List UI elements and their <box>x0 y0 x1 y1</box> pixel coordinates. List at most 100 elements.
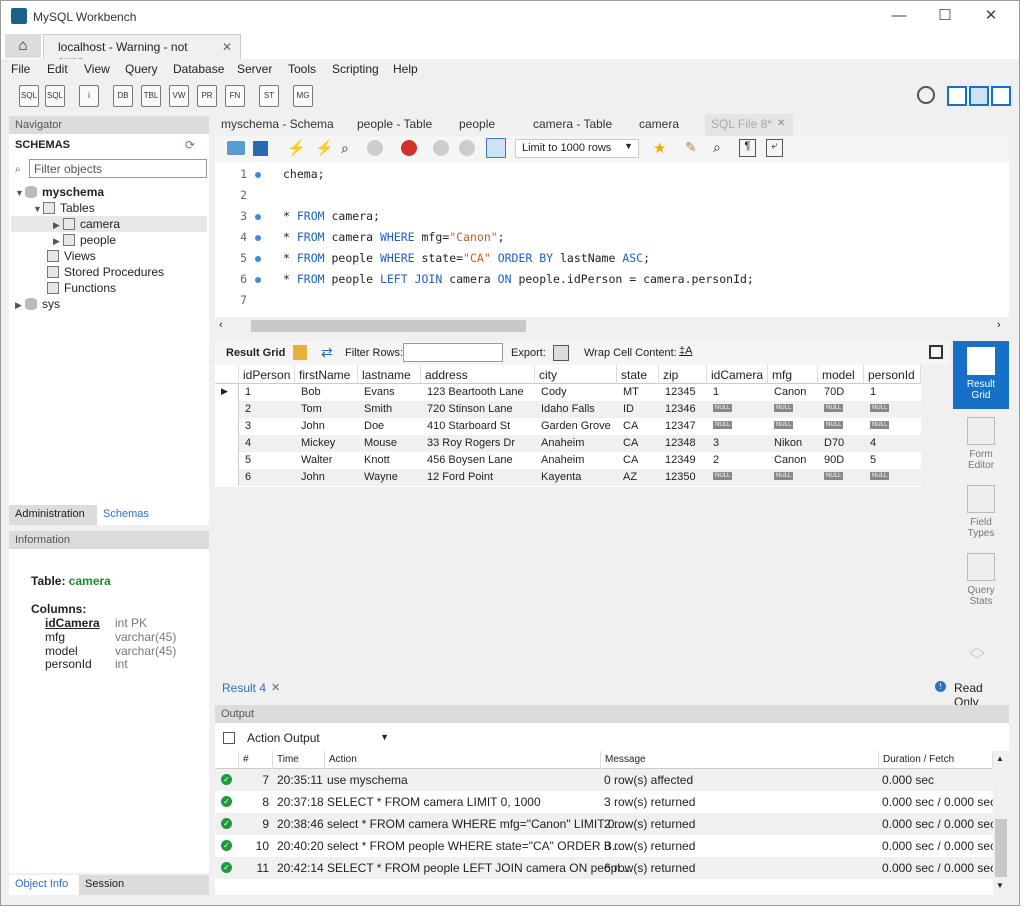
copy-icon[interactable] <box>223 732 235 744</box>
result-4-tab[interactable]: Result 4 <box>222 681 266 695</box>
tree-sys[interactable]: ▶ sys <box>15 297 60 313</box>
tree-views[interactable]: Views <box>47 249 96 265</box>
grid-cell[interactable]: NULL <box>866 401 893 418</box>
query-stats-button[interactable]: Query Stats <box>953 549 1009 615</box>
result-grid[interactable]: idPerson firstName lastname address city… <box>215 365 921 487</box>
grid-cell[interactable]: 1 <box>866 384 880 401</box>
grid-cell[interactable]: NULL <box>770 401 797 418</box>
menu-edit[interactable]: Edit <box>47 62 68 76</box>
tab-people-table[interactable]: people - Table <box>357 117 432 131</box>
execute-lightning-icon[interactable]: ⚡ <box>287 139 306 157</box>
column-header[interactable]: idCamera <box>707 365 768 384</box>
grid-cell[interactable]: 12 Ford Point <box>423 469 497 486</box>
grid-cell[interactable]: Mickey <box>297 435 339 452</box>
grid-cell[interactable]: Canon <box>770 452 810 469</box>
column-header[interactable]: personId <box>864 365 921 384</box>
grid-cell[interactable]: NULL <box>709 418 736 435</box>
tab-camera[interactable]: camera <box>639 117 679 131</box>
grid-cell[interactable]: Tom <box>297 401 326 418</box>
grid-cell[interactable]: ID <box>619 401 638 418</box>
scroll-right-icon[interactable]: › <box>997 319 1001 331</box>
grid-cell[interactable]: NULL <box>820 469 847 486</box>
grid-cell[interactable]: Smith <box>360 401 396 418</box>
form-editor-button[interactable]: Form Editor <box>953 413 1009 479</box>
output-col-duration[interactable]: Duration / Fetch <box>879 751 993 769</box>
grid-cell[interactable]: Anaheim <box>537 452 588 469</box>
tree-stored-procedures[interactable]: Stored Procedures <box>47 265 164 281</box>
expand-arrow-icon[interactable]: ▼ <box>15 188 25 198</box>
open-folder-icon[interactable] <box>227 141 245 155</box>
connection-tab[interactable]: localhost - Warning - not supp... ✕ <box>43 34 241 68</box>
tab-schemas[interactable]: Schemas <box>97 505 209 525</box>
wrap-lines-icon[interactable]: ⤶ <box>766 139 783 157</box>
execute-current-icon[interactable]: ⚡ <box>315 139 334 157</box>
create-procedure-icon[interactable]: PR <box>197 85 217 107</box>
refresh-icon[interactable]: ⟳ <box>185 138 195 152</box>
grid-cell[interactable]: NULL <box>709 469 736 486</box>
explain-icon[interactable]: ⌕ <box>341 140 349 157</box>
close-tab-icon[interactable]: ✕ <box>777 118 785 129</box>
grid-cell[interactable]: NULL <box>709 401 736 418</box>
create-view-icon[interactable]: VW <box>169 85 189 107</box>
find-icon[interactable]: ⌕ <box>713 139 721 156</box>
output-col-time[interactable]: Time <box>273 751 325 769</box>
scroll-down-icon[interactable]: ▼ <box>996 881 1004 890</box>
menu-view[interactable]: View <box>84 62 110 76</box>
new-sql-tab-icon[interactable]: SQL <box>19 85 39 107</box>
grid-cell[interactable]: Doe <box>360 418 388 435</box>
output-row[interactable]: ✓ 7 20:35:11 use myschema 0 row(s) affected 0… <box>215 769 993 791</box>
minimize-button[interactable]: — <box>876 1 922 33</box>
grid-cell[interactable]: Knott <box>360 452 394 469</box>
column-header[interactable]: city <box>535 365 617 384</box>
rollback-icon[interactable] <box>459 140 475 156</box>
grid-cell[interactable]: 4 <box>241 435 255 452</box>
grid-cell[interactable]: CA <box>619 435 642 452</box>
grid-cell[interactable]: Evans <box>360 384 399 401</box>
home-tab[interactable]: ⌂ <box>5 34 41 58</box>
grid-cell[interactable]: Walter <box>297 452 336 469</box>
tree-tables[interactable]: ▼ Tables <box>33 201 95 217</box>
close-result-icon[interactable]: ✕ <box>271 681 280 694</box>
grid-cell[interactable]: AZ <box>619 469 641 486</box>
grid-cell[interactable]: 12347 <box>661 418 700 435</box>
grid-cell[interactable]: NULL <box>770 418 797 435</box>
tab-sql-file-8[interactable]: SQL File 8* ✕ <box>705 114 793 136</box>
column-header[interactable]: idPerson <box>239 365 295 384</box>
column-header[interactable]: zip <box>659 365 707 384</box>
expand-arrow-icon[interactable]: ▶ <box>53 236 63 247</box>
grid-cell[interactable]: 33 Roy Rogers Dr <box>423 435 519 452</box>
grid-cell[interactable]: 410 Starboard St <box>423 418 514 435</box>
row-header[interactable] <box>215 401 239 418</box>
output-row[interactable]: ✓ 8 20:37:18 SELECT * FROM camera LIMIT 0, … <box>215 791 996 813</box>
grid-cell[interactable]: 2 <box>709 452 723 469</box>
create-schema-icon[interactable]: DB <box>113 85 133 107</box>
grid-cell[interactable]: Wayne <box>360 469 402 486</box>
grid-cell[interactable]: MT <box>619 384 643 401</box>
table-row[interactable] <box>239 384 921 401</box>
grid-cell[interactable]: John <box>297 418 329 435</box>
grid-cell[interactable]: 3 <box>241 418 255 435</box>
toggle-output-icon[interactable] <box>969 86 989 106</box>
grid-cell[interactable]: 456 Boysen Lane <box>423 452 517 469</box>
grid-cell[interactable]: 12346 <box>661 401 700 418</box>
grid-cell[interactable]: Cody <box>537 384 571 401</box>
field-types-button[interactable]: Field Types <box>953 481 1009 547</box>
grid-cell[interactable]: 1 <box>241 384 255 401</box>
row-header[interactable] <box>215 452 239 469</box>
column-header[interactable]: model <box>818 365 864 384</box>
grid-cell[interactable]: 12348 <box>661 435 700 452</box>
grid-cell[interactable]: NULL <box>770 469 797 486</box>
grid-cell[interactable]: Canon <box>770 384 810 401</box>
grid-cell[interactable]: 6 <box>241 469 255 486</box>
grid-cell[interactable]: NULL <box>820 401 847 418</box>
inspector-icon[interactable]: i <box>79 85 99 107</box>
toggle-result-panel-icon[interactable] <box>929 345 943 359</box>
search-table-data-icon[interactable]: ST <box>259 85 279 107</box>
wrap-cell-icon[interactable]: ‡A <box>679 345 692 357</box>
grid-cell[interactable]: Mouse <box>360 435 401 452</box>
grid-cell[interactable]: 12350 <box>661 469 700 486</box>
grid-cell[interactable]: Anaheim <box>537 435 588 452</box>
tree-camera[interactable]: ▶ camera <box>53 217 120 233</box>
row-header[interactable] <box>215 469 239 486</box>
grid-cell[interactable]: 5 <box>866 452 880 469</box>
